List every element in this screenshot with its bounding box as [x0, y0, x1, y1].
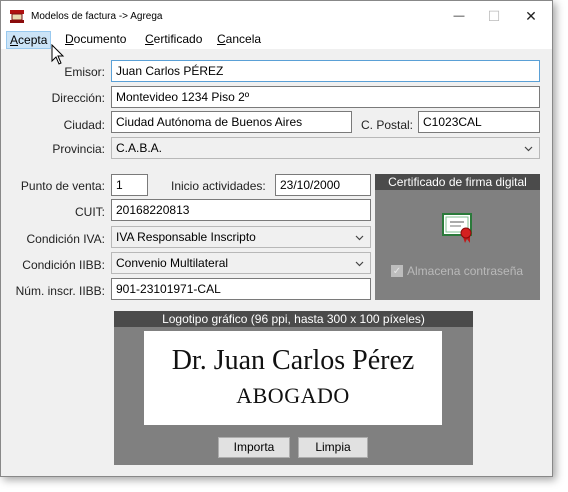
condicion-iibb-value: Convenio Multilateral — [116, 256, 229, 270]
num-iibb-label: Núm. inscr. IIBB: — [15, 284, 105, 298]
maximize-button[interactable]: ☐ — [474, 1, 514, 31]
chevron-down-icon — [524, 146, 533, 152]
punto-venta-label: Punto de venta: — [20, 179, 105, 193]
window-title: Modelos de factura -> Agrega — [31, 11, 163, 22]
direccion-field[interactable]: Montevideo 1234 Piso 2º — [111, 86, 540, 108]
emisor-field[interactable]: Juan Carlos PÉREZ — [111, 60, 540, 82]
mouse-cursor-icon — [51, 44, 65, 65]
provincia-value: C.A.B.A. — [116, 141, 163, 155]
logo-profession-text: ABOGADO — [236, 383, 350, 408]
condicion-iva-value: IVA Responsable Inscripto — [116, 230, 256, 244]
provincia-select[interactable]: C.A.B.A. — [111, 137, 540, 159]
minimize-icon: — — [453, 10, 465, 22]
import-button[interactable]: Importa — [218, 437, 290, 458]
ciudad-label: Ciudad: — [63, 118, 105, 132]
certificate-panel-title: Certificado de firma digital — [375, 174, 540, 190]
inicio-actividades-field[interactable]: 23/10/2000 — [275, 174, 371, 196]
logo-panel: Logotipo gráfico (96 ppi, hasta 300 x 10… — [114, 311, 473, 465]
store-password-label: Almacena contraseña — [407, 264, 524, 278]
menu-bar: Acepta Documento Certificado Cancela — [1, 31, 552, 49]
close-button[interactable]: ✕ — [511, 1, 551, 31]
inicio-actividades-label: Inicio actividades: — [171, 179, 266, 193]
num-iibb-field[interactable]: 901-23101971-CAL — [111, 278, 371, 300]
logo-name-text: Dr. Juan Carlos Pérez — [171, 345, 415, 376]
logo-panel-title: Logotipo gráfico (96 ppi, hasta 300 x 10… — [114, 311, 473, 327]
certificate-icon[interactable] — [441, 212, 475, 244]
maximize-icon: ☐ — [487, 7, 501, 24]
title-bar: Modelos de factura -> Agrega — ☐ ✕ — [1, 1, 552, 31]
provincia-label: Provincia: — [52, 142, 105, 156]
checkmark-icon: ✓ — [391, 265, 403, 277]
condicion-iibb-select[interactable]: Convenio Multilateral — [111, 252, 371, 274]
certificate-panel: Certificado de firma digital ✓ Almacena … — [375, 174, 540, 300]
chevron-down-icon — [355, 261, 364, 267]
chevron-down-icon — [355, 235, 364, 241]
menu-acepta[interactable]: Acepta — [6, 31, 52, 49]
cuit-label: CUIT: — [75, 205, 105, 219]
menu-cancela[interactable]: Cancela — [214, 31, 264, 49]
app-icon — [10, 10, 24, 23]
condicion-iva-select[interactable]: IVA Responsable Inscripto — [111, 226, 371, 248]
dialog-window: Modelos de factura -> Agrega — ☐ ✕ Acept… — [0, 0, 553, 477]
menu-documento[interactable]: Documento — [62, 31, 129, 49]
cpostal-field[interactable]: C1023CAL — [418, 111, 540, 133]
store-password-checkbox[interactable]: ✓ Almacena contraseña — [391, 264, 523, 278]
clear-button[interactable]: Limpia — [298, 437, 368, 458]
punto-venta-field[interactable]: 1 — [111, 174, 148, 196]
close-icon: ✕ — [525, 7, 537, 24]
emisor-label: Emisor: — [64, 65, 105, 79]
ciudad-field[interactable]: Ciudad Autónoma de Buenos Aires — [111, 111, 352, 133]
condicion-iibb-label: Condición IIBB: — [22, 258, 105, 272]
condicion-iva-label: Condición IVA: — [26, 232, 106, 246]
logo-image: Dr. Juan Carlos Pérez ABOGADO — [144, 331, 442, 425]
menu-certificado[interactable]: Certificado — [142, 31, 205, 49]
direccion-label: Dirección: — [51, 91, 105, 105]
cuit-field[interactable]: 20168220813 — [111, 199, 371, 221]
minimize-button[interactable]: — — [439, 1, 479, 31]
cpostal-label: C. Postal: — [361, 118, 414, 132]
